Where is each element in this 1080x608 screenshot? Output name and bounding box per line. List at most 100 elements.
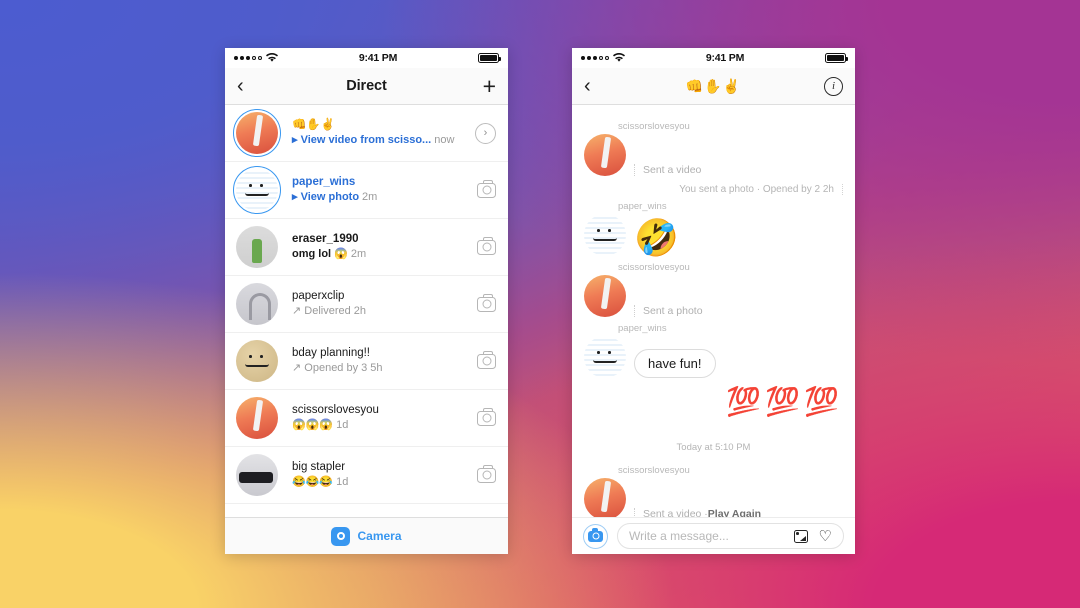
message-sender: scissorslovesyou bbox=[618, 121, 690, 132]
thread-avatar[interactable] bbox=[236, 226, 278, 268]
thread-avatar[interactable] bbox=[236, 283, 278, 325]
day-timestamp: Today at 5:10 PM bbox=[676, 442, 751, 453]
thread-preview: ▸ View photo 2m bbox=[292, 191, 378, 203]
system-message: Sent a photo bbox=[634, 305, 703, 317]
thread-preview-text: View photo bbox=[300, 191, 360, 203]
thread-name: bday planning!! bbox=[292, 347, 371, 359]
thread-text: scissorslovesyou 😱😱😱 1d bbox=[292, 403, 470, 433]
status-signal-group bbox=[234, 53, 278, 63]
camera-icon[interactable] bbox=[477, 236, 496, 255]
camera-icon[interactable] bbox=[477, 179, 496, 198]
thread-avatar[interactable] bbox=[233, 109, 281, 157]
avatar bbox=[584, 275, 626, 317]
thread-preview: ↗ Delivered 2h bbox=[292, 305, 366, 317]
thread-action bbox=[470, 236, 496, 255]
thread-row[interactable]: scissorslovesyou 😱😱😱 1d bbox=[225, 390, 508, 447]
navbar-direct: ‹ Direct + bbox=[225, 68, 508, 105]
message-input[interactable]: Write a message... ♡ bbox=[617, 523, 844, 549]
avatar bbox=[236, 112, 278, 154]
thread-row[interactable]: paperxclip ↗ Delivered 2h bbox=[225, 276, 508, 333]
thread-avatar[interactable] bbox=[236, 340, 278, 382]
message-time: 2h bbox=[822, 184, 834, 195]
thread-preview-text: Delivered bbox=[304, 305, 351, 317]
thread-text: eraser_1990 omg lol 😱 2m bbox=[292, 232, 470, 262]
doodle-face-icon bbox=[236, 340, 278, 382]
camera-icon[interactable] bbox=[477, 293, 496, 312]
chevron-right-circle-icon[interactable]: › bbox=[475, 122, 496, 144]
thread-action bbox=[470, 293, 496, 312]
info-circle-icon[interactable]: i bbox=[824, 76, 843, 96]
message-row[interactable]: Sent a video bbox=[584, 134, 843, 176]
avatar bbox=[236, 397, 278, 439]
wallpaper-background: 9:41 PM ‹ Direct + 👊✋✌️ ▸ View video from… bbox=[0, 0, 1080, 608]
message-body: have fun! bbox=[634, 349, 716, 378]
thread-time: now bbox=[434, 134, 455, 146]
thread-preview-text: 😂😂😂 bbox=[292, 476, 334, 488]
camera-icon[interactable] bbox=[477, 350, 496, 369]
message-row[interactable]: Sent a video · Play Again bbox=[584, 478, 843, 517]
thread-row[interactable]: bday planning!! ↗ Opened by 3 5h bbox=[225, 333, 508, 390]
status-battery bbox=[825, 53, 848, 63]
thread-row[interactable]: paper_wins ▸ View photo 2m bbox=[225, 162, 508, 219]
message-row[interactable]: 🤣 bbox=[584, 214, 843, 256]
chevron-left-icon[interactable]: ‹ bbox=[584, 76, 606, 96]
avatar bbox=[236, 169, 278, 211]
camera-bar[interactable]: Camera bbox=[225, 517, 508, 554]
doodle-face-icon bbox=[236, 169, 278, 211]
thread-avatar[interactable] bbox=[233, 166, 281, 214]
thread-text: paperxclip ↗ Delivered 2h bbox=[292, 289, 470, 319]
emoji-message: 🤣 bbox=[634, 217, 679, 258]
thread-time: 2m bbox=[350, 248, 367, 260]
direct-thread-list[interactable]: 👊✋✌️ ▸ View video from scisso... now › paper… bbox=[225, 105, 508, 517]
thread-avatar[interactable] bbox=[236, 397, 278, 439]
avatar bbox=[584, 478, 626, 517]
thread-preview: omg lol 😱 2m bbox=[292, 247, 470, 262]
thread-row[interactable]: 👊✋✌️ ▸ View video from scisso... now › bbox=[225, 105, 508, 162]
message-body: Sent a photo bbox=[634, 305, 703, 317]
photo-icon[interactable] bbox=[793, 529, 808, 543]
wifi-icon bbox=[266, 53, 278, 62]
status-time: 9:41 PM bbox=[358, 52, 398, 64]
message-sender: paper_wins bbox=[618, 201, 667, 212]
status-battery bbox=[478, 53, 501, 63]
plus-icon[interactable]: + bbox=[483, 74, 496, 97]
message-sender: scissorslovesyou bbox=[618, 262, 690, 273]
thread-avatar[interactable] bbox=[236, 454, 278, 496]
phone-direct-inbox: 9:41 PM ‹ Direct + 👊✋✌️ ▸ View video from… bbox=[225, 48, 508, 554]
thread-action bbox=[470, 350, 496, 369]
doodle-face-icon bbox=[584, 214, 626, 256]
phone-conversation: 9:41 PM ‹ 👊✋✌️ i scissorslovesyou Sent a … bbox=[572, 48, 855, 554]
avatar bbox=[236, 454, 278, 496]
avatar bbox=[236, 283, 278, 325]
avatar bbox=[584, 336, 626, 378]
emoji-message: 💯💯💯 bbox=[726, 386, 843, 417]
message-thread[interactable]: scissorslovesyou Sent a video You sent a p… bbox=[572, 105, 855, 517]
thread-row[interactable]: big stapler 😂😂😂 1d bbox=[225, 447, 508, 504]
heart-icon[interactable]: ♡ bbox=[819, 529, 832, 544]
message-row[interactable]: have fun! bbox=[584, 336, 843, 378]
chevron-left-icon[interactable]: ‹ bbox=[237, 76, 259, 96]
thread-preview-text: 😱😱😱 bbox=[292, 419, 334, 431]
thread-name: scissorslovesyou bbox=[292, 404, 379, 416]
message-row[interactable]: Sent a photo bbox=[584, 275, 843, 317]
thread-name: paper_wins bbox=[292, 176, 356, 188]
thread-preview: 😱😱😱 1d bbox=[292, 418, 470, 433]
camera-icon[interactable] bbox=[477, 464, 496, 483]
camera-icon[interactable] bbox=[477, 407, 496, 426]
thread-name: big stapler bbox=[292, 461, 346, 473]
thread-action bbox=[470, 464, 496, 483]
navbar-conversation: ‹ 👊✋✌️ i bbox=[572, 68, 855, 105]
system-message: Sent a video · Play Again bbox=[634, 508, 761, 517]
status-bar-left: 9:41 PM bbox=[225, 48, 508, 68]
camera-circle-icon[interactable] bbox=[583, 523, 608, 549]
thread-action bbox=[470, 407, 496, 426]
composer-actions: ♡ bbox=[793, 529, 832, 544]
thread-row[interactable]: eraser_1990 omg lol 😱 2m bbox=[225, 219, 508, 276]
navbar-right-actions: i bbox=[824, 76, 843, 96]
wifi-icon bbox=[613, 53, 625, 62]
signal-dots-icon bbox=[234, 56, 262, 60]
thread-preview-text: Opened by 3 bbox=[304, 362, 368, 374]
battery-full-icon bbox=[825, 53, 848, 63]
message-body: Sent a video · Play Again bbox=[634, 508, 761, 517]
play-again-link[interactable]: Play Again bbox=[708, 508, 761, 517]
